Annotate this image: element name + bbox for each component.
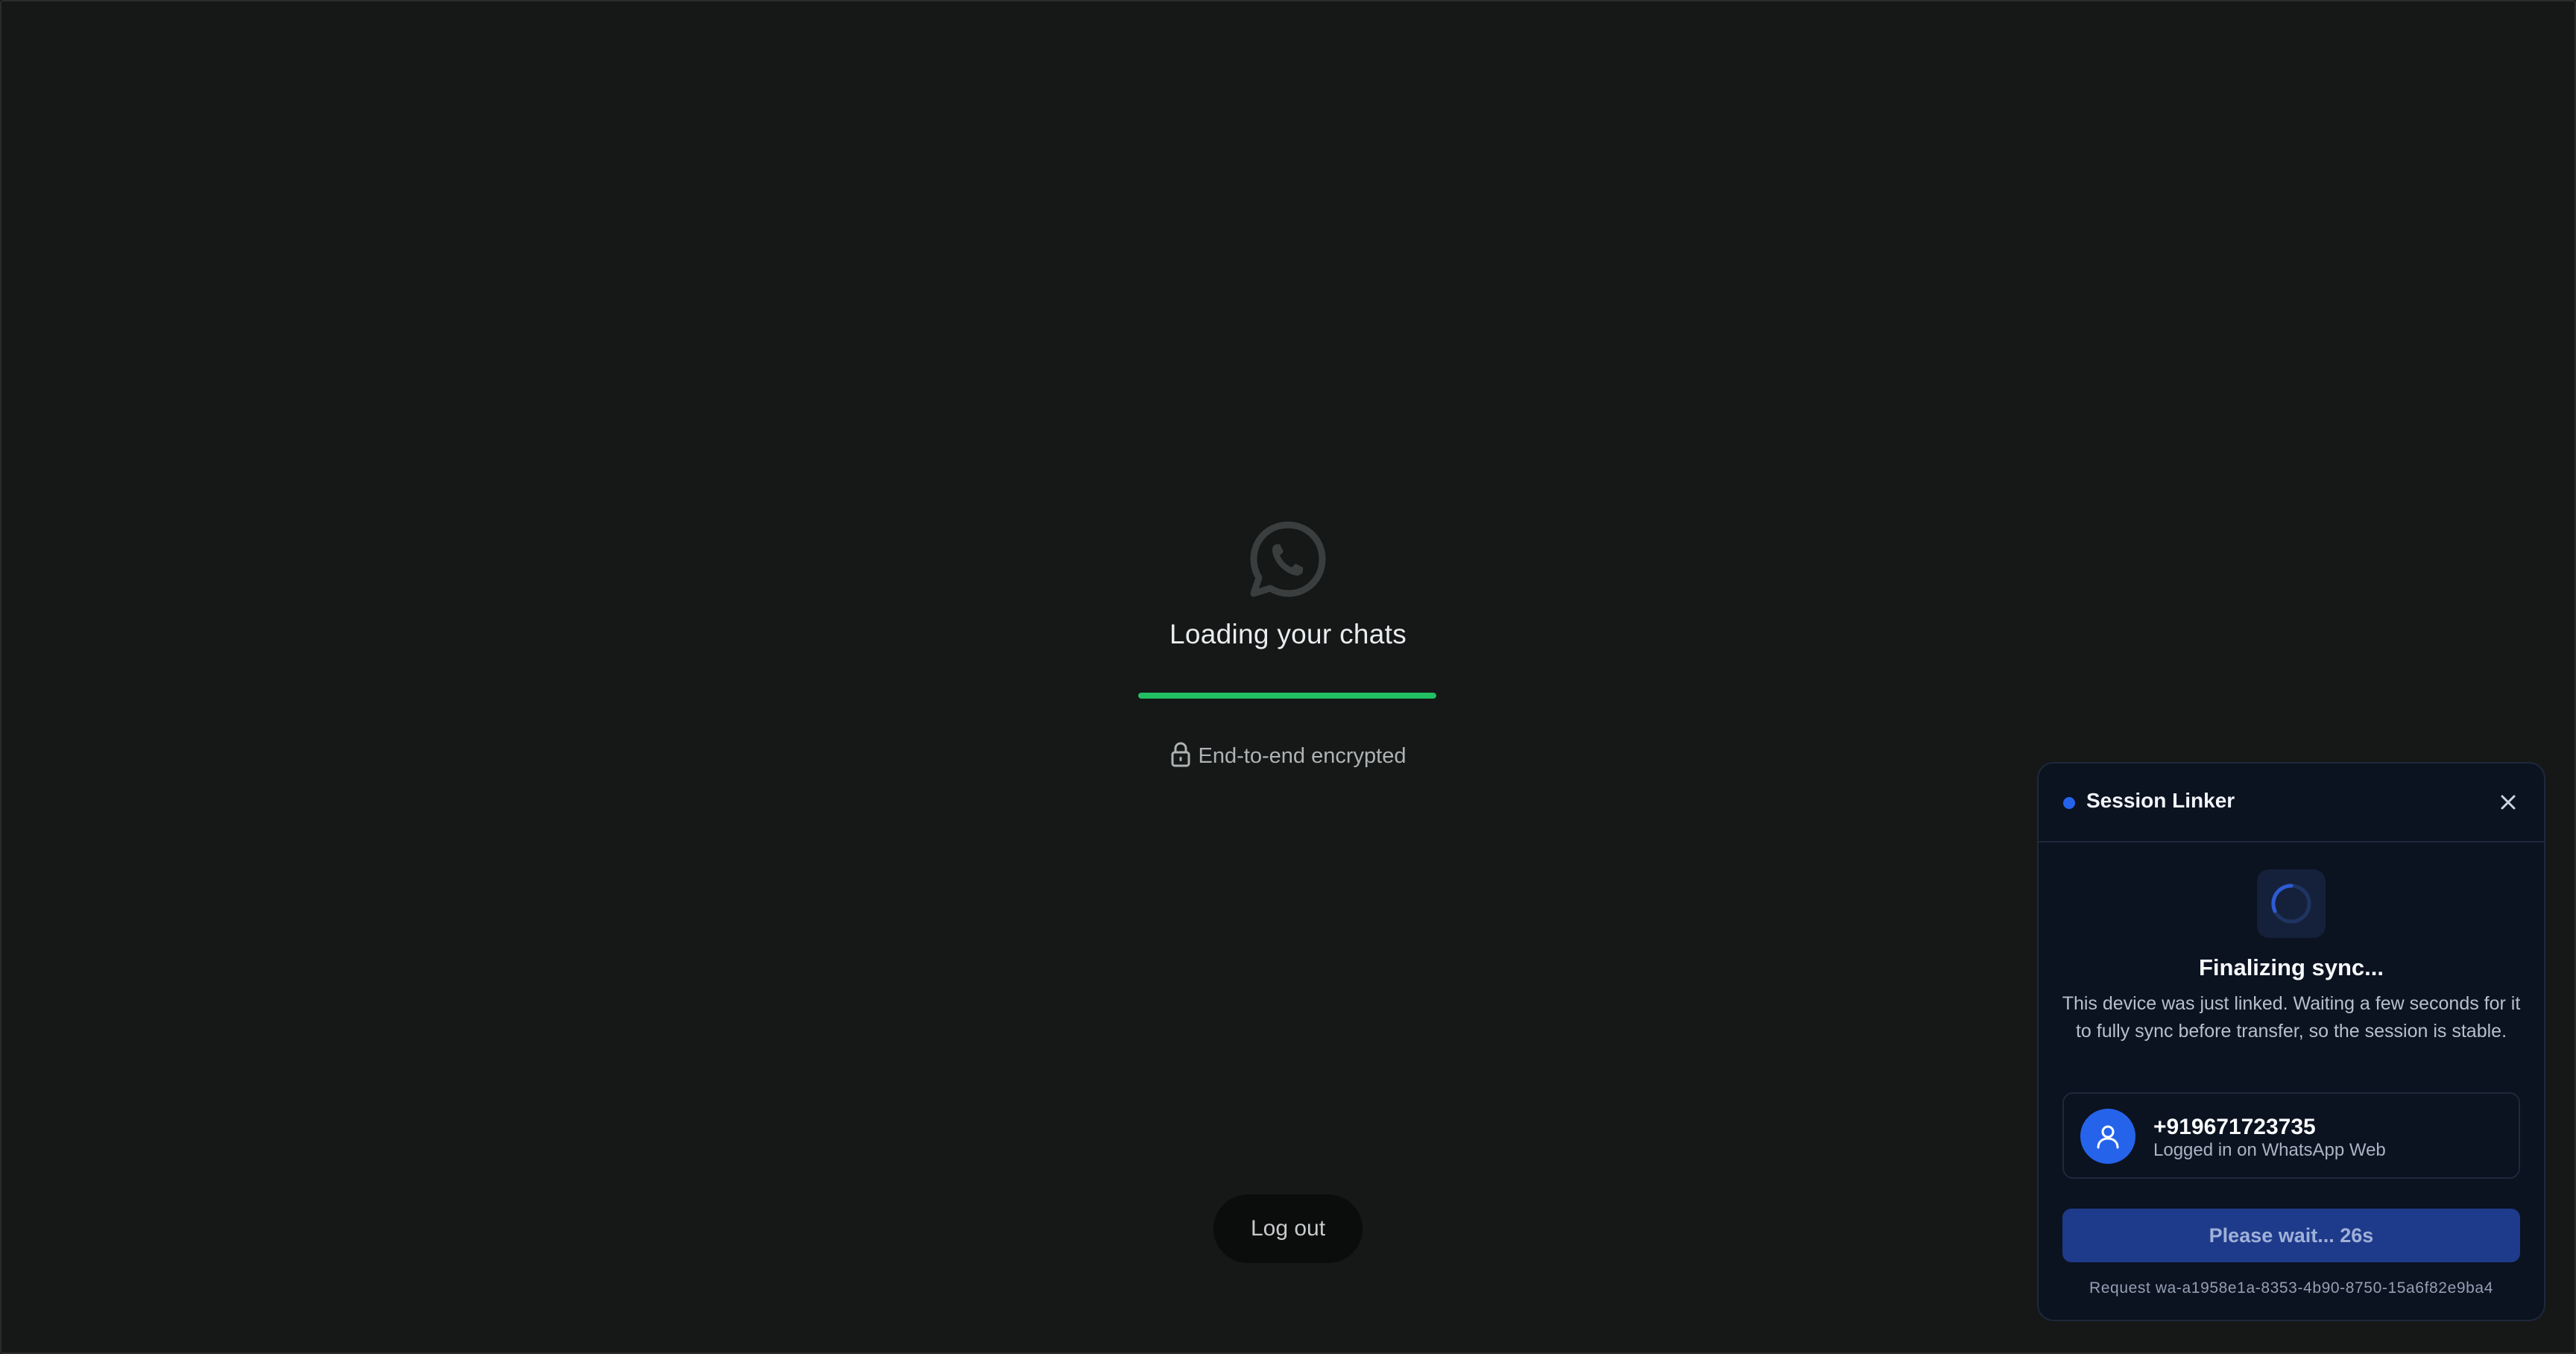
loading-progress-fill — [1138, 693, 1436, 699]
logout-button[interactable]: Log out — [1213, 1194, 1363, 1263]
account-card: +919671723735 Logged in on WhatsApp Web — [2062, 1092, 2520, 1179]
request-id: Request wa-a1958e1a-8353-4b90-8750-15a6f… — [2089, 1279, 2493, 1297]
sync-title: Finalizing sync... — [2198, 954, 2384, 980]
whatsapp-logo-icon — [1250, 521, 1326, 597]
panel-title: Session Linker — [2086, 789, 2235, 812]
close-button[interactable] — [2495, 789, 2522, 816]
spinner-container — [2257, 869, 2326, 938]
panel-header: Session Linker — [2039, 763, 2544, 843]
user-icon — [2097, 1125, 2119, 1149]
lock-icon — [1171, 742, 1190, 767]
loading-progress-bar — [1138, 693, 1436, 699]
avatar — [2080, 1109, 2135, 1164]
loading-title: Loading your chats — [1169, 619, 1407, 649]
spinner-icon — [2271, 884, 2311, 924]
account-status: Logged in on WhatsApp Web — [2153, 1140, 2386, 1160]
account-phone: +919671723735 — [2153, 1115, 2316, 1139]
session-linker-panel: Session Linker Finalizing sync... This d… — [2037, 762, 2545, 1321]
close-icon — [2501, 795, 2516, 810]
status-dot — [2063, 797, 2075, 809]
encryption-label: End-to-end encrypted — [1198, 744, 1407, 768]
sync-description: This device was just linked. Waiting a f… — [2062, 993, 2521, 1042]
please-wait-button[interactable]: Please wait... 26s — [2062, 1209, 2520, 1262]
